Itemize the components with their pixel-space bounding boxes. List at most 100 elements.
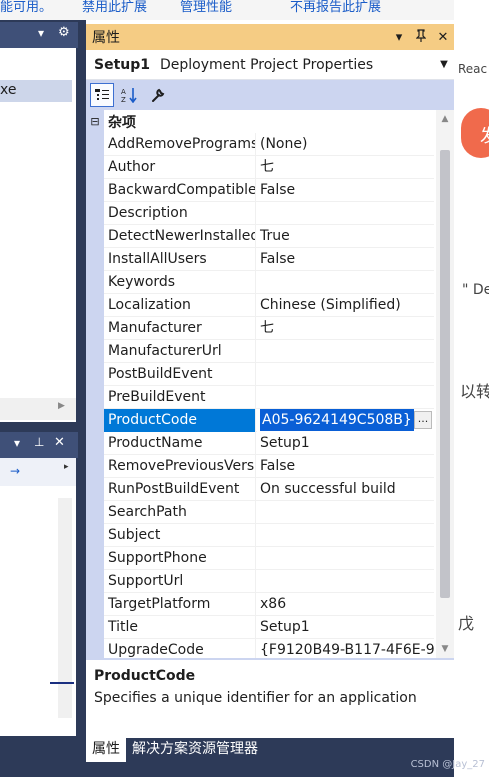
property-value[interactable]: Setup1	[257, 616, 434, 639]
property-name[interactable]: SearchPath	[104, 501, 256, 524]
property-name[interactable]: TargetPlatform	[104, 593, 256, 616]
property-row[interactable]: InstallAllUsers False	[104, 248, 434, 271]
property-row[interactable]: Author 七	[104, 156, 434, 179]
property-name[interactable]: Manufacturer	[104, 317, 256, 340]
property-value[interactable]	[257, 570, 434, 593]
property-name[interactable]: SupportUrl	[104, 570, 256, 593]
property-value[interactable]	[257, 524, 434, 547]
pin-icon[interactable]	[410, 28, 432, 46]
property-value[interactable]: On successful build	[257, 478, 434, 501]
property-name[interactable]: ProductCode	[104, 409, 256, 432]
scrollbar-thumb[interactable]	[440, 150, 450, 598]
property-row[interactable]: AddRemoveProgramsIcon(None)	[104, 133, 434, 156]
left-panel-hscrollbar[interactable]: ▶	[0, 398, 76, 420]
property-name[interactable]: InstallAllUsers	[104, 248, 256, 271]
property-name[interactable]: Subject	[104, 524, 256, 547]
property-value[interactable]: Chinese (Simplified)	[257, 294, 434, 317]
property-value[interactable]: 七	[257, 156, 434, 179]
property-row[interactable]: Title Setup1	[104, 616, 434, 639]
category-header[interactable]: ⊟ 杂项	[86, 110, 436, 133]
property-value[interactable]	[257, 363, 434, 386]
property-value[interactable]	[257, 340, 434, 363]
property-value[interactable]	[257, 386, 434, 409]
property-value[interactable]: Setup1	[257, 432, 434, 455]
property-name[interactable]: AddRemoveProgramsIcon	[104, 133, 256, 156]
property-value[interactable]: A05-9624149C508B}...	[257, 409, 434, 432]
property-value[interactable]	[257, 547, 434, 570]
property-row[interactable]: SearchPath	[104, 501, 434, 524]
close-icon[interactable]: ✕	[432, 30, 454, 45]
property-row[interactable]: BackwardCompatibleIDGenerationFalse	[104, 179, 434, 202]
property-row[interactable]: UpgradeCode {F9120B49-B117-4F6E-9	[104, 639, 434, 658]
chevron-down-icon[interactable]: ▾	[14, 436, 20, 450]
property-value[interactable]	[257, 202, 434, 225]
property-name[interactable]: Author	[104, 156, 256, 179]
property-name[interactable]: Keywords	[104, 271, 256, 294]
top-link-1[interactable]: 禁用此扩展	[82, 0, 147, 15]
property-name[interactable]: Title	[104, 616, 256, 639]
chevron-down-icon[interactable]: ▾	[38, 26, 44, 40]
chevron-down-icon[interactable]: ▾	[388, 30, 410, 45]
property-row[interactable]: Keywords	[104, 271, 434, 294]
property-name[interactable]: DetectNewerInstalledVersion	[104, 225, 256, 248]
property-row[interactable]: ManufacturerUrl	[104, 340, 434, 363]
ellipsis-button[interactable]: ...	[414, 411, 432, 429]
property-row[interactable]: Localization Chinese (Simplified)	[104, 294, 434, 317]
property-value[interactable]: False	[257, 179, 434, 202]
property-name[interactable]: SupportPhone	[104, 547, 256, 570]
property-row[interactable]: RunPostBuildEvent On successful build	[104, 478, 434, 501]
property-value[interactable]: False	[257, 455, 434, 478]
scroll-up-icon[interactable]: ▲	[436, 110, 454, 128]
property-value[interactable]: (None)	[257, 133, 434, 156]
property-value[interactable]: True	[257, 225, 434, 248]
arrow-icon[interactable]: →	[10, 464, 20, 478]
scroll-right-icon[interactable]: ▶	[58, 401, 65, 411]
left-panel2-scrollbar[interactable]	[58, 498, 72, 718]
tab-properties[interactable]: 属性	[86, 738, 126, 762]
property-name[interactable]: ManufacturerUrl	[104, 340, 256, 363]
property-name[interactable]: RemovePreviousVersions	[104, 455, 256, 478]
property-value[interactable]	[257, 501, 434, 524]
property-value[interactable]: False	[257, 248, 434, 271]
overflow-icon[interactable]: ▸	[64, 462, 69, 472]
property-name[interactable]: RunPostBuildEvent	[104, 478, 256, 501]
property-row[interactable]: RemovePreviousVersionsFalse	[104, 455, 434, 478]
property-name[interactable]: Localization	[104, 294, 256, 317]
property-value[interactable]: 七	[257, 317, 434, 340]
property-name[interactable]: PostBuildEvent	[104, 363, 256, 386]
property-row[interactable]: ProductCode A05-9624149C508B}...	[104, 409, 434, 432]
close-icon[interactable]: ✕	[54, 435, 65, 450]
property-pages-button[interactable]	[146, 83, 170, 107]
property-value[interactable]: {F9120B49-B117-4F6E-9	[257, 639, 434, 658]
property-row[interactable]: ProductName Setup1	[104, 432, 434, 455]
properties-title-bar[interactable]: 属性 ▾ ✕	[86, 24, 454, 50]
pin-icon[interactable]: ⊥	[34, 435, 44, 449]
property-row[interactable]: PreBuildEvent	[104, 386, 434, 409]
collapse-icon[interactable]: ⊟	[86, 115, 104, 128]
property-row[interactable]: Subject	[104, 524, 434, 547]
top-link-3[interactable]: 不再报告此扩展	[290, 0, 381, 15]
property-value-text[interactable]: A05-9624149C508B}	[260, 409, 414, 431]
property-row[interactable]: SupportUrl	[104, 570, 434, 593]
property-name[interactable]: ProductName	[104, 432, 256, 455]
scroll-down-icon[interactable]: ▼	[436, 640, 454, 658]
property-name[interactable]: PreBuildEvent	[104, 386, 256, 409]
property-grid-scrollbar[interactable]: ▲ ▼	[436, 110, 454, 658]
property-value[interactable]: x86	[257, 593, 434, 616]
tab-solution-explorer[interactable]: 解决方案资源管理器	[126, 738, 264, 762]
property-name[interactable]: UpgradeCode	[104, 639, 256, 658]
categorized-button[interactable]	[90, 83, 114, 107]
property-row[interactable]: SupportPhone	[104, 547, 434, 570]
property-row[interactable]: Manufacturer 七	[104, 317, 434, 340]
object-selector[interactable]: Setup1 Deployment Project Properties ▼	[86, 50, 454, 80]
property-name[interactable]: BackwardCompatibleIDGeneration	[104, 179, 256, 202]
property-row[interactable]: DetectNewerInstalledVersionTrue	[104, 225, 434, 248]
alphabetical-button[interactable]: A Z	[118, 83, 142, 107]
property-value[interactable]	[257, 271, 434, 294]
gear-icon[interactable]: ⚙	[58, 25, 70, 40]
chevron-down-icon[interactable]: ▼	[434, 59, 454, 70]
property-name[interactable]: Description	[104, 202, 256, 225]
property-row[interactable]: TargetPlatform x86	[104, 593, 434, 616]
property-row[interactable]: Description	[104, 202, 434, 225]
top-link-2[interactable]: 管理性能	[180, 0, 232, 15]
